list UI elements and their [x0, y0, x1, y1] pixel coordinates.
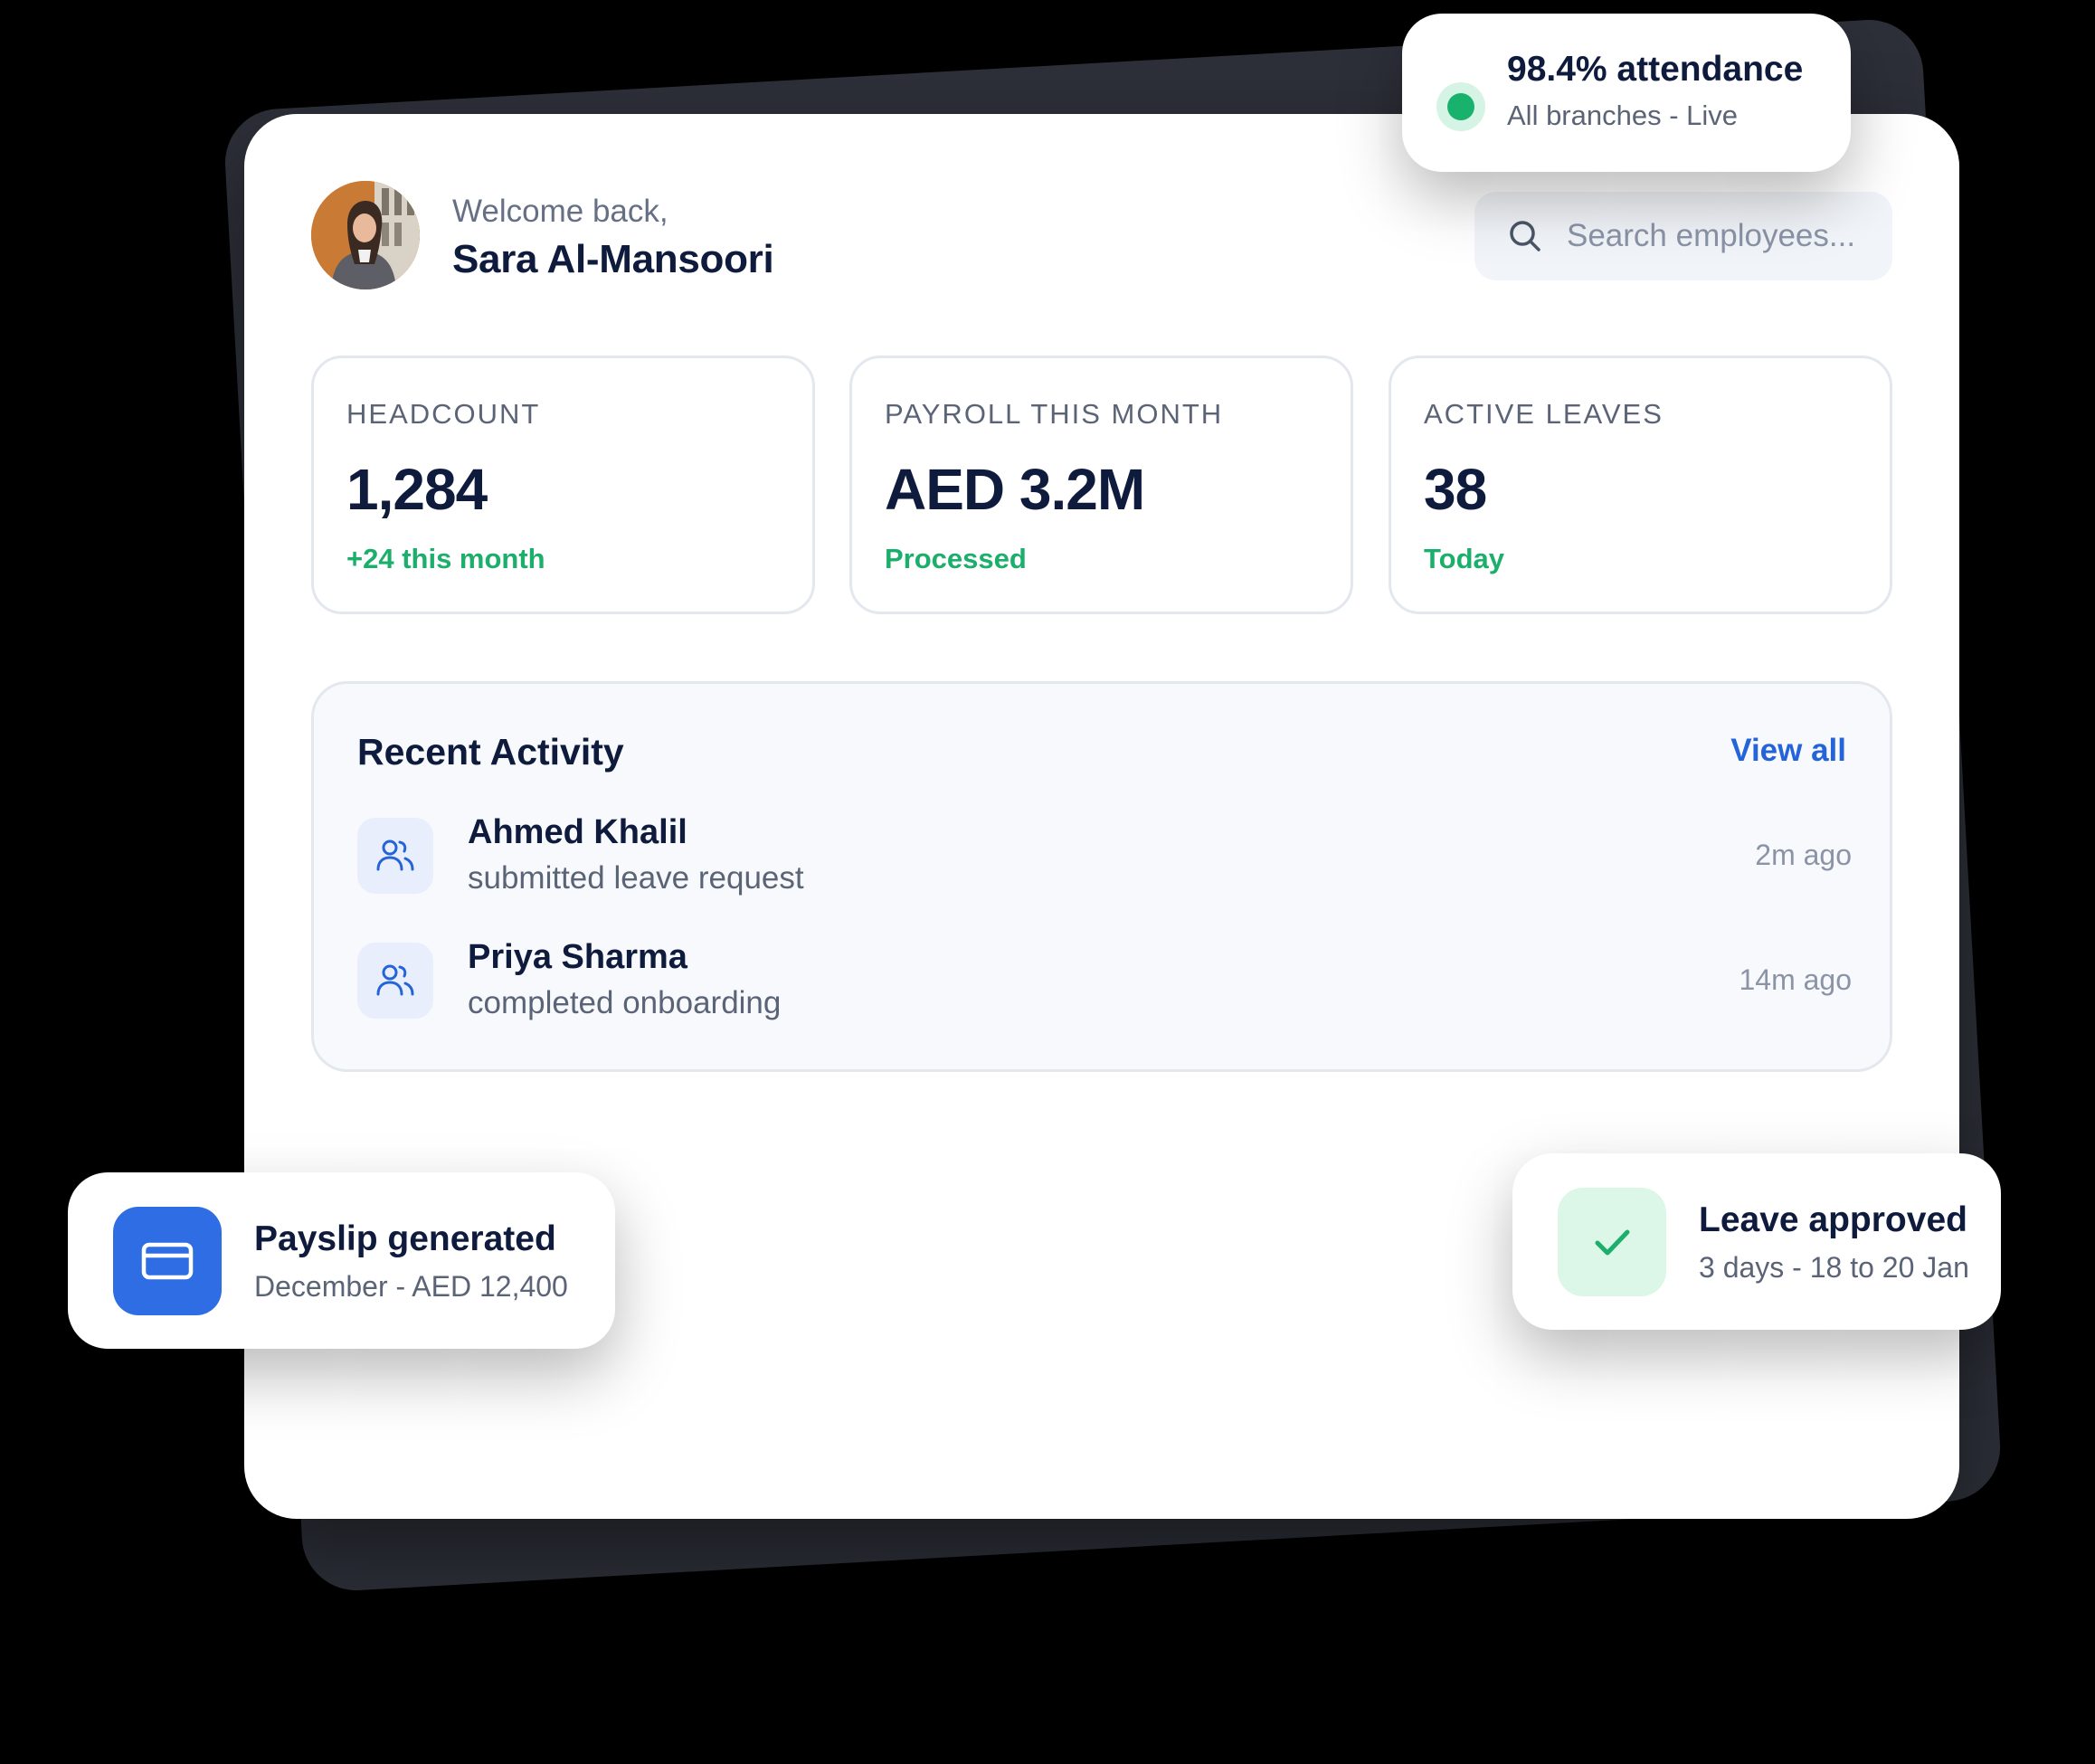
stat-note: Processed: [885, 543, 1027, 574]
search-icon: [1510, 221, 1540, 251]
search-input[interactable]: [1567, 218, 1874, 254]
stat-value: AED 3.2M: [885, 457, 1145, 522]
payslip-toast[interactable]: Payslip generated December - AED 12,400: [68, 1172, 615, 1349]
activity-name: Priya Sharma: [468, 938, 687, 976]
activity-time: 14m ago: [1739, 963, 1852, 996]
search-bar[interactable]: [1474, 192, 1892, 280]
leave-subtitle: 3 days - 18 to 20 Jan: [1699, 1251, 1969, 1284]
activity-title: Recent Activity: [357, 731, 624, 773]
attendance-subtitle: All branches - Live: [1507, 100, 1739, 131]
recent-activity-panel: Recent Activity View all Ahmed Khalil su…: [311, 681, 1892, 1072]
attendance-title: 98.4% attendance: [1507, 50, 1804, 89]
welcome-text: Welcome back,: [452, 194, 668, 229]
credit-card-icon: [113, 1207, 222, 1315]
stat-label: ACTIVE LEAVES: [1424, 398, 1664, 430]
leave-approved-toast[interactable]: Leave approved 3 days - 18 to 20 Jan: [1512, 1153, 2001, 1330]
activity-time: 2m ago: [1755, 839, 1852, 871]
view-all-link[interactable]: View all: [1730, 733, 1846, 769]
live-status-dot-icon: [1436, 82, 1485, 131]
payslip-title: Payslip generated: [254, 1219, 556, 1258]
stat-value: 1,284: [346, 457, 488, 522]
users-icon: [357, 818, 433, 894]
stat-note: +24 this month: [346, 543, 545, 574]
avatar-photo: [311, 181, 420, 289]
stat-card-headcount[interactable]: HEADCOUNT 1,284 +24 this month: [311, 356, 815, 614]
avatar[interactable]: [311, 181, 420, 289]
activity-item[interactable]: Priya Sharma completed onboarding 14m ag…: [357, 938, 1852, 1047]
payslip-subtitle: December - AED 12,400: [254, 1270, 568, 1303]
stat-card-active-leaves[interactable]: ACTIVE LEAVES 38 Today: [1389, 356, 1892, 614]
users-icon: [357, 943, 433, 1019]
stat-label: HEADCOUNT: [346, 398, 541, 430]
activity-description: submitted leave request: [468, 860, 804, 896]
leave-title: Leave approved: [1699, 1200, 1967, 1239]
user-name: Sara Al-Mansoori: [452, 237, 774, 281]
activity-item[interactable]: Ahmed Khalil submitted leave request 2m …: [357, 813, 1852, 922]
stat-note: Today: [1424, 543, 1504, 574]
activity-description: completed onboarding: [468, 985, 782, 1020]
attendance-badge[interactable]: 98.4% attendance All branches - Live: [1402, 14, 1851, 172]
check-icon: [1558, 1188, 1666, 1296]
stat-value: 38: [1424, 457, 1487, 522]
activity-name: Ahmed Khalil: [468, 813, 687, 851]
stat-label: PAYROLL THIS MONTH: [885, 398, 1224, 430]
hero-scene: Welcome back, Sara Al-Mansoori HEADCOUNT…: [0, 0, 2095, 1764]
stat-card-payroll[interactable]: PAYROLL THIS MONTH AED 3.2M Processed: [849, 356, 1353, 614]
